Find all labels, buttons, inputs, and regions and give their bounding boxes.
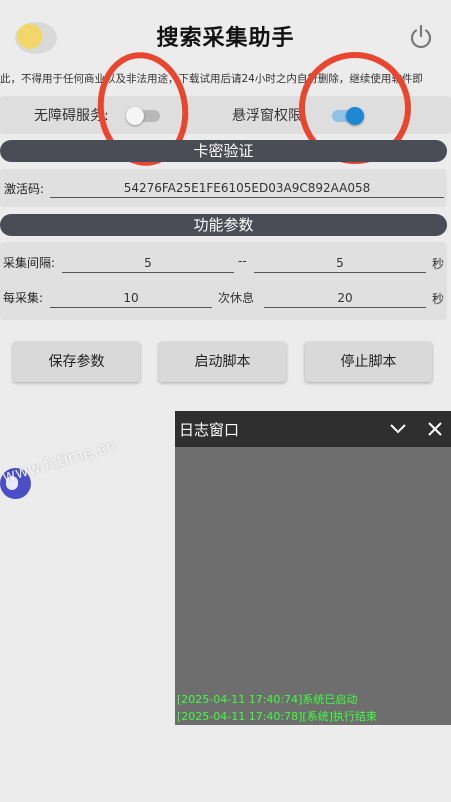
activation-row: 激活码: 54276FA25E1FE6105ED03A9C892AA058 [0, 169, 447, 207]
start-script-button[interactable]: 启动脚本 [159, 342, 286, 382]
rest-label: 每采集: [3, 291, 44, 305]
interval-max-field[interactable]: 5 [254, 254, 426, 273]
rest-count-field[interactable]: 10 [50, 289, 212, 308]
interval-unit: 秒 [432, 257, 445, 271]
interval-separator: -- [238, 254, 247, 268]
interval-label: 采集间隔: [3, 256, 56, 270]
watermark: www.fctime.cn [0, 435, 119, 487]
log-title: 日志窗口 [179, 421, 240, 439]
rest-seconds-field[interactable]: 20 [264, 289, 426, 308]
log-window[interactable]: 日志窗口 [2025-04-11 17:40:74]系统已启动 [2025-04… [175, 411, 451, 725]
activation-label: 激活码: [4, 182, 45, 196]
overlay-label: 悬浮窗权限: [232, 108, 307, 124]
interval-min-field[interactable]: 5 [62, 254, 234, 273]
close-icon[interactable] [427, 421, 443, 437]
power-icon[interactable] [408, 24, 434, 50]
params-rows: 采集间隔: 5 -- 5 秒 每采集: 10 次休息 20 秒 [0, 242, 447, 320]
rest-unit: 秒 [432, 292, 445, 306]
log-line: [2025-04-11 17:40:78][系统]执行结束 [177, 710, 377, 723]
stop-script-button[interactable]: 停止脚本 [305, 342, 432, 382]
activation-section-title: 卡密验证 [0, 140, 447, 162]
rest-middle-label: 次休息 [218, 291, 255, 305]
params-section-title: 功能参数 [0, 214, 447, 236]
activation-code-field[interactable]: 54276FA25E1FE6105ED03A9C892AA058 [50, 179, 444, 198]
page-title: 搜索采集助手 [156, 26, 295, 51]
log-line: [2025-04-11 17:40:74]系统已启动 [177, 693, 358, 706]
log-header: 日志窗口 [175, 411, 451, 447]
save-params-button[interactable]: 保存参数 [13, 342, 140, 382]
chevron-down-icon[interactable] [389, 421, 407, 437]
